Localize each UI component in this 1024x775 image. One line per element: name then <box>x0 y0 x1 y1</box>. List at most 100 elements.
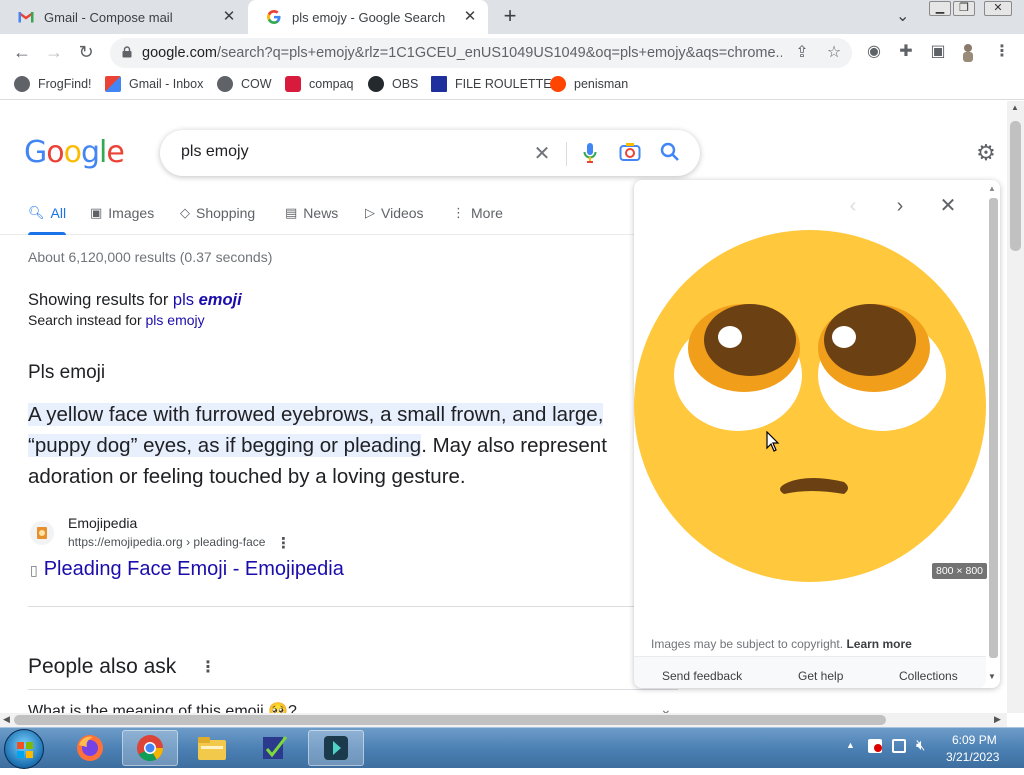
bookmark-star-icon[interactable]: ☆ <box>824 43 844 63</box>
image-preview-panel: ‹ › ✕ 800 × 800 Images may be subject to… <box>634 180 1000 688</box>
firefox-taskbar-icon[interactable] <box>62 730 118 766</box>
preview-footer: Send feedback Get help Collections <box>634 656 986 688</box>
vertical-scroll-thumb[interactable] <box>1010 121 1021 251</box>
emojipedia-favicon[interactable] <box>30 521 54 545</box>
search-icon: 🔍︎ <box>28 205 45 220</box>
source-name[interactable]: Emojipedia <box>68 515 137 531</box>
forward-arrow-icon[interactable]: → <box>42 40 66 64</box>
search-input[interactable]: pls emojy <box>181 143 249 161</box>
extension-circle-icon[interactable]: ◉ <box>864 42 884 62</box>
source-url[interactable]: https://emojipedia.org › pleading-face <box>68 535 265 549</box>
scroll-up-arrow-icon[interactable]: ▲ <box>988 184 996 193</box>
original-query-link[interactable]: pls emojy <box>146 312 205 328</box>
globe-icon <box>217 76 233 92</box>
tab-shopping[interactable]: ◇ Shopping <box>180 205 255 221</box>
bookmark-file-roulette[interactable]: FILE ROULETTE <box>431 76 552 92</box>
settings-gear-icon[interactable]: ⚙ <box>974 141 998 165</box>
side-panel-icon[interactable]: ▣ <box>928 42 948 62</box>
collections-link[interactable]: Collections <box>899 669 958 683</box>
task-checklist-taskbar-icon[interactable] <box>246 730 302 766</box>
pleading-face-emoji-image[interactable] <box>634 230 986 582</box>
minimize-button[interactable]: ▁ <box>929 1 951 16</box>
bookmark-label: OBS <box>392 77 419 91</box>
clock-time[interactable]: 6:09 PM <box>952 733 997 747</box>
volume-muted-icon[interactable]: 🔇︎ <box>916 737 925 754</box>
clear-search-icon[interactable]: ✕ <box>530 142 554 166</box>
window-close-button[interactable]: ✕ <box>984 1 1012 16</box>
close-tab-icon[interactable]: ✕ <box>462 9 478 25</box>
search-box[interactable]: pls emojy ✕ <box>160 130 700 176</box>
show-hidden-icons-chevron-icon[interactable]: ▲ <box>846 740 855 750</box>
bookmark-penisman[interactable]: penisman <box>550 76 628 92</box>
reload-icon[interactable]: ↻ <box>74 40 98 64</box>
send-feedback-link[interactable]: Send feedback <box>662 669 742 683</box>
search-icon[interactable] <box>658 142 682 166</box>
lock-icon <box>122 46 132 58</box>
back-arrow-icon[interactable]: ← <box>10 40 34 64</box>
previous-image-icon[interactable]: ‹ <box>841 194 865 218</box>
close-tab-icon[interactable]: ✕ <box>221 9 237 25</box>
chevron-down-icon[interactable]: ⌄ <box>660 701 672 713</box>
tab-videos[interactable]: ▷ Videos <box>365 205 424 221</box>
result-options-icon[interactable]: ⋮ <box>276 534 291 552</box>
profile-avatar[interactable] <box>958 42 978 62</box>
page-vertical-scrollbar[interactable]: ▲ <box>1007 101 1024 713</box>
bookmark-gmail-inbox[interactable]: Gmail - Inbox <box>105 76 203 92</box>
file-explorer-taskbar-icon[interactable] <box>184 730 240 766</box>
scroll-left-arrow-icon[interactable]: ◀ <box>3 714 10 725</box>
paa-options-icon[interactable]: ⋮ <box>200 657 216 677</box>
google-g-icon <box>266 9 282 25</box>
chrome-taskbar-icon[interactable] <box>122 730 178 766</box>
page-horizontal-scrollbar[interactable]: ◀ ▶ <box>0 713 1007 727</box>
tab-google-search[interactable]: pls emojy - Google Search ✕ <box>248 0 488 34</box>
bookmark-frogfind[interactable]: FrogFind! <box>14 76 92 92</box>
tab-gmail-compose[interactable]: Gmail - Compose mail ✕ <box>0 0 247 34</box>
divider <box>28 689 678 690</box>
action-center-flag-icon[interactable] <box>868 739 882 753</box>
tab-more[interactable]: ⋮ More <box>452 205 503 221</box>
start-button-windows-icon[interactable] <box>4 729 44 769</box>
bookmark-label: FrogFind! <box>38 77 92 91</box>
search-tabs: 🔍︎ All ▣ Images ◇ Shopping ▤ News ▷ Videos ⋮ M… <box>0 199 640 235</box>
maximize-button[interactable]: ❐ <box>953 1 975 16</box>
network-icon[interactable] <box>892 739 906 753</box>
lens-camera-icon[interactable] <box>618 142 642 166</box>
bookmark-compaq[interactable]: compaq <box>285 76 353 92</box>
bookmark-obs[interactable]: OBS <box>368 76 418 92</box>
scroll-right-arrow-icon[interactable]: ▶ <box>994 714 1001 725</box>
next-image-icon[interactable]: › <box>888 194 912 218</box>
horizontal-scroll-thumb[interactable] <box>14 715 886 725</box>
newspaper-icon: ▤ <box>285 205 298 220</box>
tab-news[interactable]: ▤ News <box>285 205 338 221</box>
search-results-page: Google pls emojy ✕ ⚙ 🔍︎ All ▣ Images ◇ Shop… <box>0 101 1024 713</box>
bookmark-cow[interactable]: COW <box>217 76 272 92</box>
new-tab-button[interactable]: + <box>500 5 520 28</box>
close-preview-icon[interactable]: ✕ <box>936 194 960 218</box>
get-help-link[interactable]: Get help <box>798 669 843 683</box>
browser-toolbar: ← → ↻ google.com/search?q=pls+emojy&rlz=… <box>0 34 1024 70</box>
tab-search-chevron-icon[interactable]: ⌄ <box>896 6 909 26</box>
clock-date[interactable]: 3/21/2023 <box>946 750 999 764</box>
result-title-link[interactable]: ▯ Pleading Face Emoji - Emojipedia <box>30 558 344 581</box>
bookmarks-bar: FrogFind! Gmail - Inbox COW compaq OBS F… <box>0 70 1024 100</box>
tab-all[interactable]: 🔍︎ All <box>28 205 66 221</box>
tab-images[interactable]: ▣ Images <box>90 205 154 221</box>
address-bar[interactable]: google.com/search?q=pls+emojy&rlz=1C1GCE… <box>110 38 852 68</box>
paa-question[interactable]: What is the meaning of this emoji 🥺? <box>28 701 297 713</box>
app-taskbar-icon[interactable] <box>308 730 364 766</box>
learn-more-link[interactable]: Learn more <box>846 637 911 651</box>
image-dimensions-badge: 800 × 800 <box>932 563 988 579</box>
kebab-menu-icon[interactable]: ⋮ <box>992 42 1012 62</box>
corrected-query-link[interactable]: pls emoji <box>173 291 242 309</box>
voice-search-mic-icon[interactable] <box>578 142 602 166</box>
showing-prefix: Showing results for <box>28 291 173 309</box>
share-icon[interactable]: ⇪ <box>792 43 812 63</box>
featured-snippet-title: Pls emoji <box>28 362 106 383</box>
google-logo[interactable]: Google <box>24 135 125 170</box>
panel-scrollbar[interactable]: ▲ ▼ <box>986 184 1000 684</box>
scroll-up-arrow-icon[interactable]: ▲ <box>1011 103 1019 112</box>
scroll-down-arrow-icon[interactable]: ▼ <box>988 672 996 681</box>
panel-scroll-thumb[interactable] <box>989 198 998 658</box>
divider <box>566 142 567 166</box>
puzzle-extensions-icon[interactable]: ✚ <box>896 42 916 62</box>
